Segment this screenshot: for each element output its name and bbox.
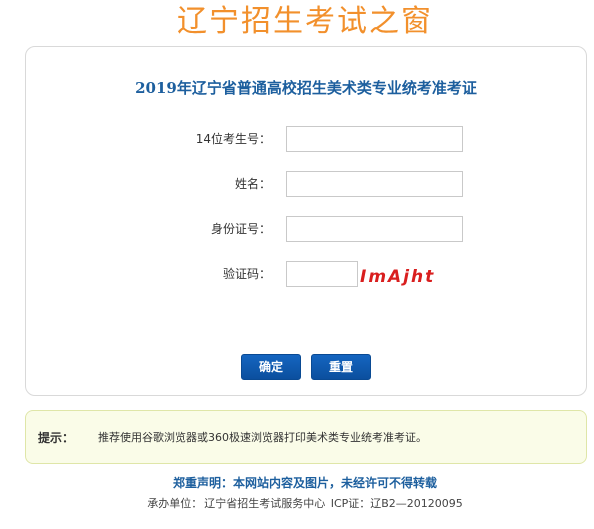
tip-text: 推荐使用谷歌浏览器或360极速浏览器打印美术类专业统考准考证。 — [98, 431, 427, 444]
name-input[interactable] — [286, 171, 463, 197]
captcha-input[interactable] — [286, 261, 358, 287]
site-title: 辽宁招生考试之窗 — [177, 4, 433, 39]
sponsor-line: 承办单位： 辽宁省招生考试服务中心 ICP证：辽B2—20120095 — [0, 495, 594, 511]
icp-number: ICP证：辽B2—20120095 — [330, 497, 463, 510]
tip-label: 提示： — [38, 431, 75, 445]
sponsor-label: 承办单位： — [147, 497, 203, 510]
form-title: 2019年辽宁省普通高校招生美术类专业统考准考证 — [135, 79, 477, 97]
sponsor-name: 辽宁省招生考试服务中心 — [204, 497, 326, 510]
admission-ticket-form: 2019年辽宁省普通高校招生美术类专业统考准考证 14位考生号： 姓名： 身份证… — [25, 46, 587, 396]
copyright-notice: 郑重声明：本网站内容及图片，未经许可不得转载 — [172, 476, 437, 490]
confirm-button[interactable]: 确定 — [241, 354, 301, 380]
candidate-number-label: 14位考生号： — [195, 132, 271, 146]
reset-button[interactable]: 重置 — [311, 354, 371, 380]
id-number-label: 身份证号： — [210, 222, 271, 236]
name-label: 姓名： — [234, 177, 271, 191]
captcha-image[interactable]: ImAjht — [360, 266, 440, 288]
candidate-number-input[interactable] — [286, 126, 463, 152]
tip-box: 提示： 推荐使用谷歌浏览器或360极速浏览器打印美术类专业统考准考证。 — [25, 410, 587, 464]
captcha-label: 验证码： — [222, 267, 271, 281]
id-number-input[interactable] — [286, 216, 463, 242]
